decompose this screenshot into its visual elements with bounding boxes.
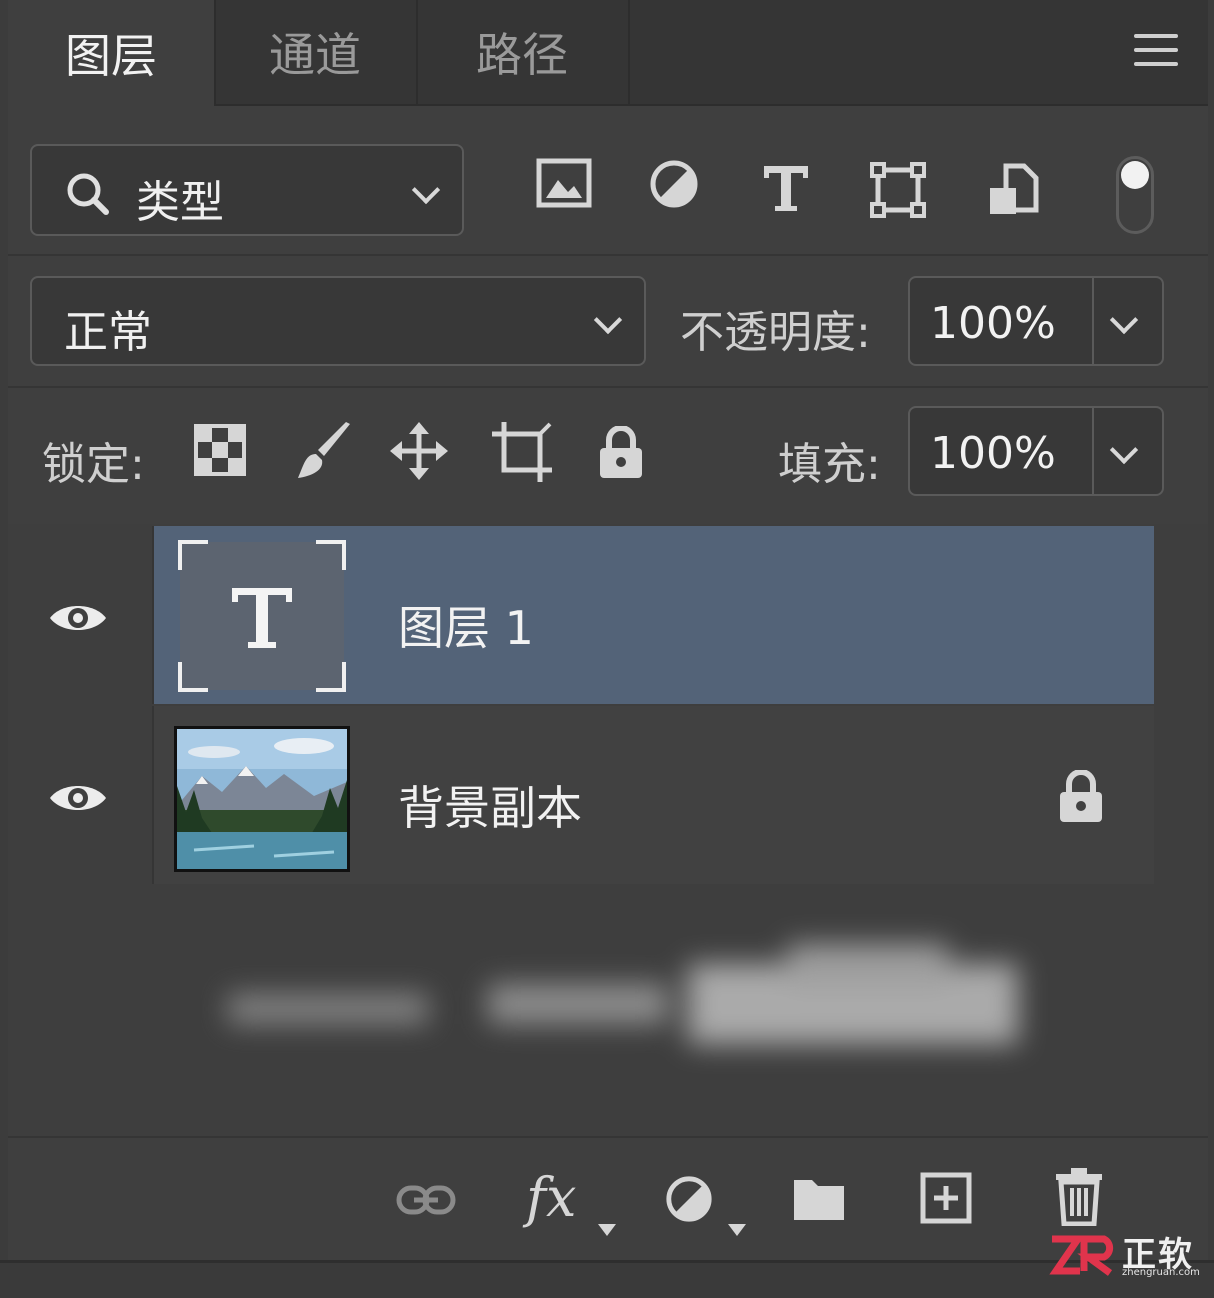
group-folder-icon[interactable] — [792, 1176, 846, 1222]
chevron-down-icon — [593, 305, 623, 335]
layer-row-image[interactable]: 背景副本 — [8, 706, 1154, 884]
filter-toggle-switch[interactable] — [1116, 156, 1154, 234]
lock-all-icon[interactable] — [598, 426, 644, 480]
landscape-thumbnail — [174, 726, 350, 872]
opacity-value[interactable]: 100% — [930, 298, 1056, 349]
layer-body[interactable]: 图层 1 — [154, 526, 1154, 704]
eye-icon[interactable] — [48, 780, 108, 816]
fill-chevron-down-icon[interactable] — [1109, 435, 1139, 465]
search-icon — [67, 173, 109, 215]
layers-list: 图层 1 背景副本 — [8, 524, 1208, 1136]
layers-panel: 图层 通道 路径 类型 正常 不透明度: 100% 锁定: 填充: 100% 图… — [8, 0, 1208, 1270]
layer-name[interactable]: 背景副本 — [398, 772, 582, 838]
tab-paths[interactable]: 路径 — [416, 0, 630, 104]
divider — [8, 386, 1208, 388]
opacity-field[interactable]: 100% — [908, 276, 1164, 366]
layer-lock-icon — [1060, 770, 1102, 822]
divider — [1092, 278, 1094, 364]
visibility-toggle[interactable] — [8, 706, 154, 884]
filter-kind-dropdown[interactable]: 类型 — [30, 144, 464, 236]
blurred-overlay — [228, 944, 1018, 1044]
fx-icon[interactable]: fx — [526, 1166, 576, 1229]
tab-channels-label: 通道 — [269, 28, 361, 82]
lock-artboard-icon[interactable] — [492, 422, 554, 482]
layer-thumbnail — [178, 540, 346, 692]
smart-object-filter-icon[interactable] — [988, 162, 1040, 218]
tab-channels[interactable]: 通道 — [214, 0, 418, 104]
tab-paths-label: 路径 — [476, 28, 568, 82]
adjustment-dropdown-icon[interactable] — [728, 1224, 746, 1236]
lock-paint-icon[interactable] — [294, 420, 354, 482]
text-layer-icon — [232, 588, 292, 648]
fill-value[interactable]: 100% — [930, 428, 1056, 479]
blend-mode-dropdown[interactable]: 正常 — [30, 276, 646, 366]
layer-body[interactable]: 背景副本 — [154, 706, 1154, 884]
lock-position-icon[interactable] — [390, 422, 448, 480]
watermark: 正软 zhengruan.com — [1048, 1227, 1200, 1283]
fx-dropdown-icon[interactable] — [598, 1224, 616, 1236]
eye-icon[interactable] — [48, 600, 108, 636]
opacity-label: 不透明度: — [680, 307, 871, 358]
toggle-knob — [1121, 161, 1149, 189]
tab-layers[interactable]: 图层 — [8, 0, 216, 106]
fill-label: 填充: — [778, 439, 881, 490]
visibility-toggle[interactable] — [8, 526, 154, 704]
image-filter-icon[interactable] — [536, 158, 592, 208]
opacity-chevron-down-icon[interactable] — [1109, 305, 1139, 335]
new-layer-icon[interactable] — [920, 1172, 972, 1224]
panel-footer: fx — [8, 1136, 1208, 1262]
tab-layers-label: 图层 — [65, 29, 157, 83]
lock-transparent-icon[interactable] — [194, 424, 246, 476]
trash-icon[interactable] — [1054, 1166, 1104, 1226]
panel-menu-icon[interactable] — [1134, 34, 1178, 70]
chevron-down-icon — [411, 175, 441, 205]
layer-row-text[interactable]: 图层 1 — [8, 526, 1154, 704]
filter-kind-label: 类型 — [136, 177, 224, 228]
link-layers-icon[interactable] — [396, 1182, 456, 1218]
divider — [8, 254, 1208, 256]
zr-logo-icon — [1049, 1235, 1114, 1276]
panel-tab-bar: 图层 通道 路径 — [8, 0, 1208, 106]
layer-name[interactable]: 图层 1 — [398, 592, 534, 658]
blend-mode-value: 正常 — [64, 307, 152, 358]
divider — [1092, 408, 1094, 494]
lock-label: 锁定: — [42, 439, 145, 490]
fill-field[interactable]: 100% — [908, 406, 1164, 496]
adjustment-filter-icon[interactable] — [648, 158, 700, 210]
type-filter-icon[interactable] — [760, 162, 812, 214]
adjustment-layer-icon[interactable] — [664, 1174, 714, 1224]
shape-filter-icon[interactable] — [870, 162, 926, 218]
watermark-url: zhengruan.com — [1122, 1267, 1200, 1278]
panel-bottom-edge — [0, 1260, 1214, 1298]
